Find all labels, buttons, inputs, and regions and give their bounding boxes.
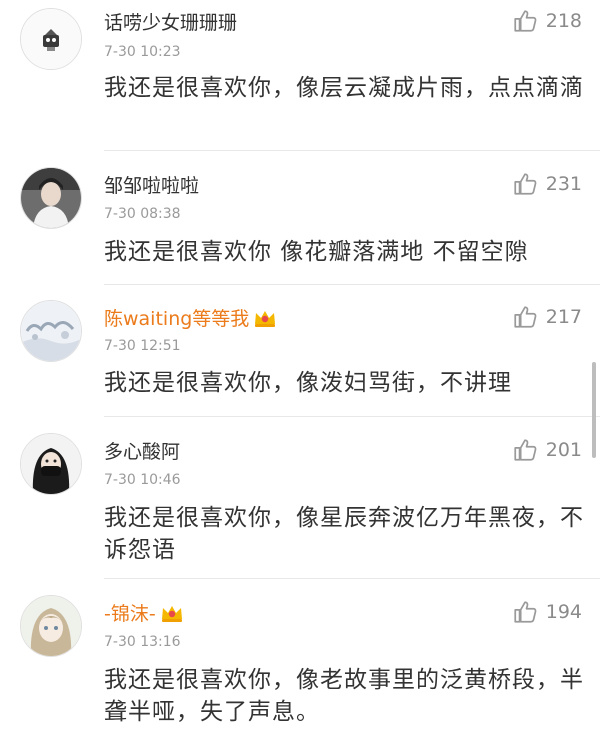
like-button[interactable]: 217 [512,302,582,332]
comment-time: 7-30 10:46 [104,472,181,488]
username-text: -锦沫- [104,603,156,625]
cartoon-avatar-icon [21,9,81,69]
like-count: 218 [545,10,582,32]
thumbs-up-icon [514,10,537,32]
like-count: 231 [545,173,582,195]
avatar[interactable] [20,595,82,657]
scrollbar[interactable] [592,362,596,458]
avatar[interactable] [20,433,82,495]
vip-crown-icon [161,606,182,622]
comment-item: 话唠少女珊珊珊 7-30 10:23 我还是很喜欢你，像层云凝成片雨，点点滴滴 … [0,0,600,150]
thumbs-up-icon [514,601,537,623]
username[interactable]: 多心酸阿 [104,437,180,464]
username[interactable]: 邹邹啦啦啦 [104,171,199,198]
comment-item: 邹邹啦啦啦 7-30 08:38 我还是很喜欢你 像花瓣落满地 不留空隙 231 [0,151,600,283]
thumbs-up-icon [514,306,537,328]
comment-text: 我还是很喜欢你，像层云凝成片雨，点点滴滴 [104,75,584,101]
like-count: 194 [545,601,582,623]
comment-text: 我还是很喜欢你，像泼妇骂街，不讲理 [104,370,512,396]
like-button[interactable]: 194 [512,597,582,627]
anime-girl-avatar-icon [21,596,81,656]
comment-time: 7-30 08:38 [104,206,181,222]
comment-text: 我还是很喜欢你，像老故事里的泛黄桥段，半聋半哑，失了声息。 [104,667,584,725]
vip-crown-icon [255,311,276,327]
like-button[interactable]: 218 [512,6,582,36]
username[interactable]: 陈waiting等等我 [104,304,277,331]
comment-text: 我还是很喜欢你 像花瓣落满地 不留空隙 [104,239,529,265]
comment-time: 7-30 13:16 [104,634,181,650]
comment-text: 我还是很喜欢你，像星辰奔波亿万年黑夜，不诉怨语 [104,505,584,563]
snow-landscape-avatar-icon [21,301,81,361]
comment-item: -锦沫- 7-30 13:16 我还是很喜欢你，像老故事里的泛黄桥段，半聋半哑，… [0,579,600,740]
comment-time: 7-30 12:51 [104,338,181,354]
thumbs-up-icon [514,439,537,461]
like-button[interactable]: 231 [512,169,582,199]
username-text: 陈waiting等等我 [104,308,250,330]
comment-item: 陈waiting等等我 7-30 12:51 我还是很喜欢你，像泼妇骂街，不讲理… [0,285,600,415]
username[interactable]: 话唠少女珊珊珊 [104,8,237,35]
masked-girl-avatar-icon [21,434,81,494]
comment-item: 多心酸阿 7-30 10:46 我还是很喜欢你，像星辰奔波亿万年黑夜，不诉怨语 … [0,417,600,577]
avatar[interactable] [20,167,82,229]
like-button[interactable]: 201 [512,435,582,465]
like-count: 217 [545,306,582,328]
thumbs-up-icon [514,173,537,195]
avatar[interactable] [20,8,82,70]
like-count: 201 [545,439,582,461]
portrait-avatar-icon [21,168,81,228]
comment-time: 7-30 10:23 [104,44,181,60]
avatar[interactable] [20,300,82,362]
username[interactable]: -锦沫- [104,599,184,626]
